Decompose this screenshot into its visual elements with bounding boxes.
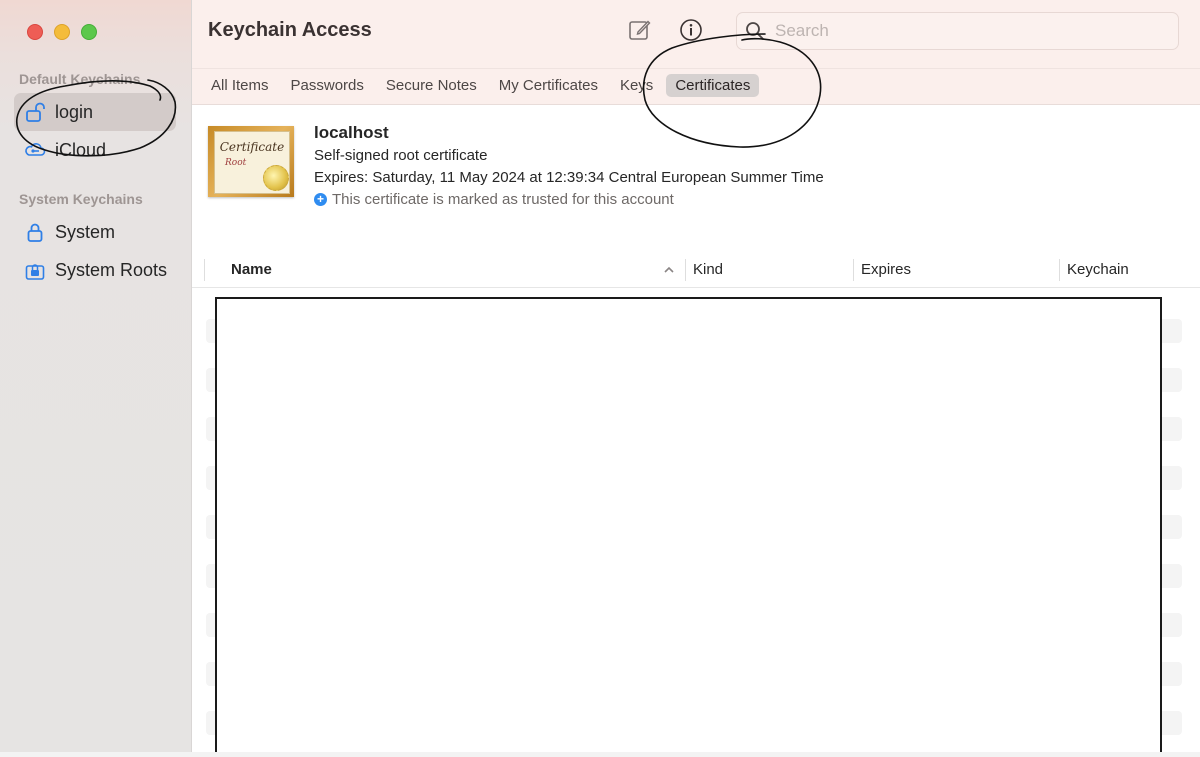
tab-keys[interactable]: Keys bbox=[611, 74, 662, 97]
sort-ascending-chevron-icon[interactable] bbox=[662, 263, 676, 277]
column-header-keychain[interactable]: Keychain bbox=[1067, 261, 1129, 278]
column-separator[interactable] bbox=[685, 259, 686, 281]
close-window-button[interactable] bbox=[27, 24, 43, 40]
padlock-icon bbox=[23, 220, 47, 244]
sidebar-item-label: login bbox=[55, 101, 94, 122]
tab-my-certificates[interactable]: My Certificates bbox=[490, 74, 607, 97]
search-field[interactable] bbox=[736, 12, 1179, 50]
certificate-image: Certificate Root bbox=[208, 126, 294, 197]
certificates-table[interactable] bbox=[192, 288, 1200, 752]
locked-cabinet-icon bbox=[23, 258, 47, 282]
sidebar-item-label: System Roots bbox=[55, 259, 168, 280]
column-separator[interactable] bbox=[853, 259, 854, 281]
sidebar-item-label: iCloud bbox=[55, 139, 107, 160]
sidebar-item-label: System bbox=[55, 221, 116, 242]
table-header: Name Kind Expires Keychain bbox=[192, 255, 1200, 288]
tab-certificates[interactable]: Certificates bbox=[666, 74, 760, 97]
sidebar: Default Keychains login iCloud System Ke… bbox=[0, 0, 192, 752]
keychain-access-window: Default Keychains login iCloud System Ke… bbox=[0, 0, 1200, 752]
info-icon bbox=[680, 19, 702, 41]
tab-secure-notes[interactable]: Secure Notes bbox=[377, 74, 486, 97]
search-icon bbox=[745, 21, 765, 41]
sidebar-section-system-keychains: System Keychains bbox=[19, 191, 143, 207]
certificate-type: Self-signed root certificate bbox=[314, 147, 488, 164]
certificate-expiry: Expires: Saturday, 11 May 2024 at 12:39:… bbox=[314, 169, 824, 186]
certificate-image-subtitle: Root bbox=[225, 158, 247, 168]
certificate-image-title: Certificate bbox=[219, 140, 285, 154]
redaction-box bbox=[215, 297, 1162, 752]
sidebar-section-default-keychains: Default Keychains bbox=[19, 71, 141, 87]
column-header-name[interactable]: Name bbox=[231, 261, 272, 278]
icloud-key-icon bbox=[23, 138, 47, 162]
search-input[interactable] bbox=[773, 20, 1178, 42]
column-separator[interactable] bbox=[1059, 259, 1060, 281]
certificate-details: Certificate Root localhost Self-signed r… bbox=[192, 105, 1200, 255]
certificate-paper: Certificate Root bbox=[214, 131, 290, 194]
tab-passwords[interactable]: Passwords bbox=[282, 74, 373, 97]
compose-icon bbox=[629, 20, 651, 40]
certificate-trust-status: + This certificate is marked as trusted … bbox=[314, 191, 674, 208]
category-tabs: All Items Passwords Secure Notes My Cert… bbox=[202, 74, 763, 97]
toolbar: Keychain Access Search All Items Passwor… bbox=[192, 0, 1200, 105]
unlocked-padlock-icon bbox=[23, 100, 47, 124]
window-title: Keychain Access bbox=[208, 19, 372, 41]
sidebar-item-system[interactable]: System bbox=[14, 213, 176, 251]
sidebar-item-icloud[interactable]: iCloud bbox=[14, 131, 176, 169]
trusted-plus-icon: + bbox=[314, 193, 327, 206]
toolbar-divider bbox=[192, 68, 1200, 69]
info-button[interactable] bbox=[679, 18, 703, 42]
zoom-window-button[interactable] bbox=[81, 24, 97, 40]
certificate-trust-text: This certificate is marked as trusted fo… bbox=[332, 191, 674, 208]
column-header-kind[interactable]: Kind bbox=[693, 261, 723, 278]
column-header-expires[interactable]: Expires bbox=[861, 261, 911, 278]
tab-all-items[interactable]: All Items bbox=[202, 74, 278, 97]
sidebar-item-system-roots[interactable]: System Roots bbox=[14, 251, 176, 289]
sidebar-item-login[interactable]: login bbox=[14, 93, 176, 131]
column-separator bbox=[204, 259, 205, 281]
compose-button[interactable] bbox=[628, 18, 652, 42]
seal-icon bbox=[263, 165, 289, 191]
certificate-name: localhost bbox=[314, 123, 389, 142]
minimize-window-button[interactable] bbox=[54, 24, 70, 40]
